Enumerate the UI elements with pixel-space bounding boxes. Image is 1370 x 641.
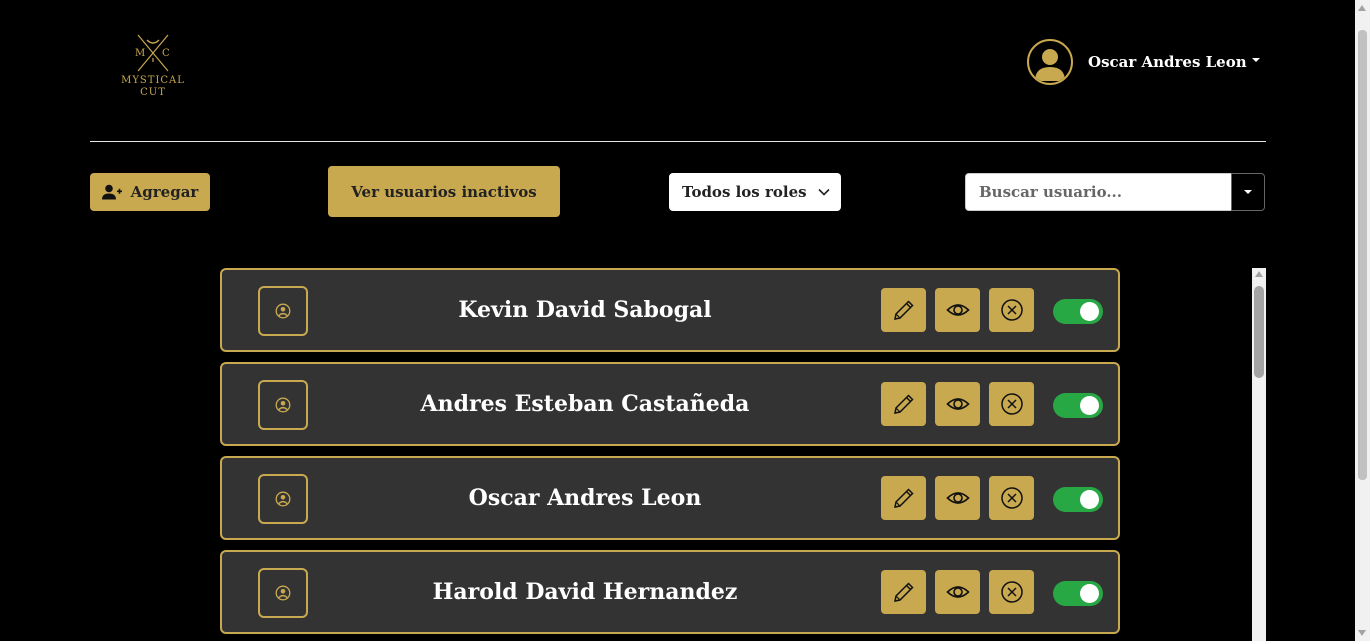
role-filter-value: Todos los roles [682,183,807,201]
eye-icon [945,492,970,504]
toggle-knob [1080,490,1099,509]
delete-user-button[interactable] [989,288,1034,332]
view-user-button[interactable] [935,382,980,426]
user-profile-icon[interactable] [258,474,308,524]
chevron-down-icon [818,188,830,196]
view-user-button[interactable] [935,476,980,520]
view-user-button[interactable] [935,570,980,614]
delete-user-button[interactable] [989,570,1034,614]
eye-icon [945,304,970,316]
user-card: Oscar Andres Leon [220,456,1120,540]
toggle-knob [1080,302,1099,321]
scrollbar-thumb[interactable] [1358,30,1367,480]
edit-user-button[interactable] [881,570,926,614]
active-toggle[interactable] [1053,581,1103,606]
scroll-up-arrow-icon[interactable] [1255,271,1263,277]
scroll-up-arrow-icon[interactable] [1358,5,1366,11]
page-scrollbar[interactable] [1355,0,1370,641]
circle-x-icon [1000,487,1023,509]
monogram-left: M [135,48,145,59]
pencil-icon [893,394,914,414]
user-avatar-icon [1027,39,1073,85]
role-filter-select[interactable]: Todos los roles [669,173,841,211]
view-inactive-users-button[interactable]: Ver usuarios inactivos [328,166,560,217]
brand-name-line1: MYSTICAL [121,75,185,86]
add-user-button[interactable]: Agregar [90,173,210,211]
active-toggle[interactable] [1053,393,1103,418]
scrollbar-thumb[interactable] [1254,286,1264,378]
brand-name-line2: CUT [140,87,166,98]
eye-icon [945,398,970,410]
search-input[interactable] [965,173,1231,211]
scissors-logo-icon: M C [135,34,170,72]
view-inactive-users-label: Ver usuarios inactivos [351,182,537,201]
toggle-knob [1080,396,1099,415]
brand-logo[interactable]: M C MYSTICAL CUT [114,32,192,98]
user-card: Andres Esteban Castañeda [220,362,1120,446]
circle-x-icon [1000,393,1023,415]
user-profile-icon[interactable] [258,568,308,618]
delete-user-button[interactable] [989,476,1034,520]
pencil-icon [893,300,914,320]
active-toggle[interactable] [1053,299,1103,324]
monogram-right: C [162,48,170,59]
user-name: Harold David Hernandez [432,579,738,605]
user-list-scrollbar[interactable] [1252,268,1266,641]
active-toggle[interactable] [1053,487,1103,512]
user-plus-icon [101,184,122,200]
user-card: Kevin David Sabogal [220,268,1120,352]
search-dropdown-toggle[interactable] [1231,173,1265,211]
user-search [965,173,1265,211]
user-profile-icon[interactable] [258,380,308,430]
delete-user-button[interactable] [989,382,1034,426]
view-user-button[interactable] [935,288,980,332]
add-user-label: Agregar [130,183,199,201]
header-divider [90,141,1266,142]
user-card: Harold David Hernandez [220,550,1120,634]
user-name: Andres Esteban Castañeda [420,391,750,417]
toggle-knob [1080,584,1099,603]
user-profile-icon[interactable] [258,286,308,336]
edit-user-button[interactable] [881,382,926,426]
eye-icon [945,586,970,598]
pencil-icon [893,582,914,602]
scroll-down-arrow-icon[interactable] [1358,630,1366,636]
user-name: Oscar Andres Leon [468,485,702,511]
circle-x-icon [1000,581,1023,603]
user-menu-dropdown[interactable]: Oscar Andres Leon [1027,38,1260,86]
user-name: Oscar Andres Leon [1088,53,1247,71]
circle-x-icon [1000,299,1023,321]
user-name: Kevin David Sabogal [458,297,712,323]
caret-down-icon [1244,190,1252,194]
pencil-icon [893,488,914,508]
caret-down-icon [1251,58,1260,62]
edit-user-button[interactable] [881,288,926,332]
edit-user-button[interactable] [881,476,926,520]
